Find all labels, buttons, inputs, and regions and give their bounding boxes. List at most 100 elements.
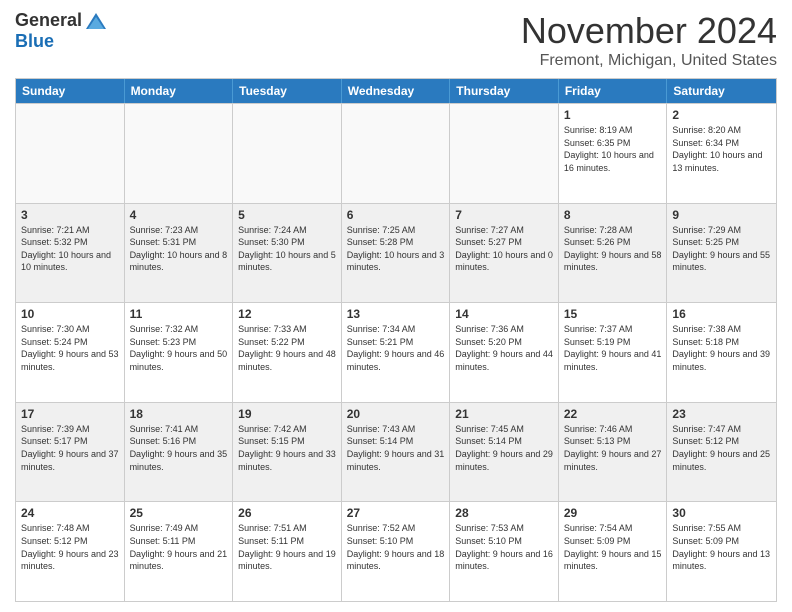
calendar-row-1: 3 Sunrise: 7:21 AMSunset: 5:32 PMDaylight… [16, 203, 776, 303]
day-number: 5 [238, 208, 336, 222]
day-info: Sunrise: 7:43 AMSunset: 5:14 PMDaylight:… [347, 423, 445, 473]
day-number: 2 [672, 108, 771, 122]
day-info: Sunrise: 7:39 AMSunset: 5:17 PMDaylight:… [21, 423, 119, 473]
day-number: 6 [347, 208, 445, 222]
calendar-cell: 28 Sunrise: 7:53 AMSunset: 5:10 PMDayligh… [450, 502, 559, 601]
day-info: Sunrise: 7:34 AMSunset: 5:21 PMDaylight:… [347, 323, 445, 373]
day-info: Sunrise: 7:54 AMSunset: 5:09 PMDaylight:… [564, 522, 662, 572]
day-number: 21 [455, 407, 553, 421]
calendar-cell: 18Sunrise: 7:41 AMSunset: 5:16 PMDayligh… [125, 403, 234, 502]
logo-blue-text: Blue [15, 31, 54, 51]
day-info: Sunrise: 7:36 AMSunset: 5:20 PMDaylight:… [455, 323, 553, 373]
calendar-cell: 21 Sunrise: 7:45 AMSunset: 5:14 PMDayligh… [450, 403, 559, 502]
month-title: November 2024 [521, 10, 777, 52]
calendar-cell: 13 Sunrise: 7:34 AMSunset: 5:21 PMDayligh… [342, 303, 451, 402]
calendar-cell: 17 Sunrise: 7:39 AMSunset: 5:17 PMDayligh… [16, 403, 125, 502]
page: General Blue November 2024 Fremont, Mich… [0, 0, 792, 612]
header-day-sunday: Sunday [16, 79, 125, 103]
calendar-cell: 19 Sunrise: 7:42 AMSunset: 5:15 PMDayligh… [233, 403, 342, 502]
calendar-cell: 2 Sunrise: 8:20 AMSunset: 6:34 PMDaylight… [667, 104, 776, 203]
day-info: Sunrise: 7:51 AMSunset: 5:11 PMDaylight:… [238, 522, 336, 572]
day-info: Sunrise: 7:32 AMSunset: 5:23 PMDaylight:… [130, 323, 228, 373]
day-number: 14 [455, 307, 553, 321]
header: General Blue November 2024 Fremont, Mich… [15, 10, 777, 70]
day-number: 29 [564, 506, 662, 520]
day-info: Sunrise: 7:25 AMSunset: 5:28 PMDaylight:… [347, 224, 445, 274]
calendar-cell: 8Sunrise: 7:28 AMSunset: 5:26 PMDaylight… [559, 204, 668, 303]
calendar-row-2: 10 Sunrise: 7:30 AMSunset: 5:24 PMDayligh… [16, 302, 776, 402]
day-info: Sunrise: 7:27 AMSunset: 5:27 PMDaylight:… [455, 224, 553, 274]
logo: General Blue [15, 10, 108, 52]
day-info: Sunrise: 7:38 AMSunset: 5:18 PMDaylight:… [672, 323, 771, 373]
day-info: Sunrise: 7:30 AMSunset: 5:24 PMDaylight:… [21, 323, 119, 373]
day-number: 1 [564, 108, 662, 122]
day-info: Sunrise: 7:37 AMSunset: 5:19 PMDaylight:… [564, 323, 662, 373]
day-info: Sunrise: 8:19 AMSunset: 6:35 PMDaylight:… [564, 124, 662, 174]
day-number: 17 [21, 407, 119, 421]
day-number: 30 [672, 506, 771, 520]
day-info: Sunrise: 7:49 AMSunset: 5:11 PMDaylight:… [130, 522, 228, 572]
calendar-cell: 25 Sunrise: 7:49 AMSunset: 5:11 PMDayligh… [125, 502, 234, 601]
calendar-cell [450, 104, 559, 203]
day-info: Sunrise: 7:41 AMSunset: 5:16 PMDaylight:… [130, 423, 228, 473]
calendar-cell [125, 104, 234, 203]
day-info: Sunrise: 7:55 AMSunset: 5:09 PMDaylight:… [672, 522, 771, 572]
calendar-cell: 23 Sunrise: 7:47 AMSunset: 5:12 PMDayligh… [667, 403, 776, 502]
day-number: 20 [347, 407, 445, 421]
calendar-cell: 5 Sunrise: 7:24 AMSunset: 5:30 PMDaylight… [233, 204, 342, 303]
day-number: 22 [564, 407, 662, 421]
calendar-cell: 29 Sunrise: 7:54 AMSunset: 5:09 PMDayligh… [559, 502, 668, 601]
day-number: 27 [347, 506, 445, 520]
calendar-cell [342, 104, 451, 203]
day-info: Sunrise: 7:33 AMSunset: 5:22 PMDaylight:… [238, 323, 336, 373]
calendar-cell: 15Sunrise: 7:37 AMSunset: 5:19 PMDayligh… [559, 303, 668, 402]
header-day-friday: Friday [559, 79, 668, 103]
calendar-cell: 12Sunrise: 7:33 AMSunset: 5:22 PMDayligh… [233, 303, 342, 402]
day-number: 28 [455, 506, 553, 520]
header-day-wednesday: Wednesday [342, 79, 451, 103]
day-number: 19 [238, 407, 336, 421]
day-info: Sunrise: 7:24 AMSunset: 5:30 PMDaylight:… [238, 224, 336, 274]
calendar-cell: 9 Sunrise: 7:29 AMSunset: 5:25 PMDaylight… [667, 204, 776, 303]
calendar-cell: 16Sunrise: 7:38 AMSunset: 5:18 PMDayligh… [667, 303, 776, 402]
day-number: 3 [21, 208, 119, 222]
logo-icon [84, 11, 108, 31]
calendar-cell [16, 104, 125, 203]
day-number: 26 [238, 506, 336, 520]
day-number: 4 [130, 208, 228, 222]
calendar-cell: 24 Sunrise: 7:48 AMSunset: 5:12 PMDayligh… [16, 502, 125, 601]
day-info: Sunrise: 7:28 AMSunset: 5:26 PMDaylight:… [564, 224, 662, 274]
day-number: 7 [455, 208, 553, 222]
calendar-row-4: 24 Sunrise: 7:48 AMSunset: 5:12 PMDayligh… [16, 501, 776, 601]
day-info: Sunrise: 7:42 AMSunset: 5:15 PMDaylight:… [238, 423, 336, 473]
header-day-saturday: Saturday [667, 79, 776, 103]
day-number: 11 [130, 307, 228, 321]
day-info: Sunrise: 8:20 AMSunset: 6:34 PMDaylight:… [672, 124, 771, 174]
calendar: SundayMondayTuesdayWednesdayThursdayFrid… [15, 78, 777, 602]
day-number: 9 [672, 208, 771, 222]
day-number: 13 [347, 307, 445, 321]
day-info: Sunrise: 7:53 AMSunset: 5:10 PMDaylight:… [455, 522, 553, 572]
calendar-cell: 26 Sunrise: 7:51 AMSunset: 5:11 PMDayligh… [233, 502, 342, 601]
calendar-cell: 7 Sunrise: 7:27 AMSunset: 5:27 PMDaylight… [450, 204, 559, 303]
calendar-row-3: 17 Sunrise: 7:39 AMSunset: 5:17 PMDayligh… [16, 402, 776, 502]
day-number: 23 [672, 407, 771, 421]
day-info: Sunrise: 7:29 AMSunset: 5:25 PMDaylight:… [672, 224, 771, 274]
day-number: 24 [21, 506, 119, 520]
calendar-cell: 10 Sunrise: 7:30 AMSunset: 5:24 PMDayligh… [16, 303, 125, 402]
calendar-cell: 6 Sunrise: 7:25 AMSunset: 5:28 PMDaylight… [342, 204, 451, 303]
day-number: 25 [130, 506, 228, 520]
day-number: 10 [21, 307, 119, 321]
header-day-monday: Monday [125, 79, 234, 103]
day-info: Sunrise: 7:21 AMSunset: 5:32 PMDaylight:… [21, 224, 119, 274]
day-info: Sunrise: 7:46 AMSunset: 5:13 PMDaylight:… [564, 423, 662, 473]
calendar-cell: 30 Sunrise: 7:55 AMSunset: 5:09 PMDayligh… [667, 502, 776, 601]
day-info: Sunrise: 7:47 AMSunset: 5:12 PMDaylight:… [672, 423, 771, 473]
day-info: Sunrise: 7:23 AMSunset: 5:31 PMDaylight:… [130, 224, 228, 274]
calendar-header: SundayMondayTuesdayWednesdayThursdayFrid… [16, 79, 776, 103]
calendar-cell: 3 Sunrise: 7:21 AMSunset: 5:32 PMDaylight… [16, 204, 125, 303]
day-info: Sunrise: 7:45 AMSunset: 5:14 PMDaylight:… [455, 423, 553, 473]
calendar-cell: 14 Sunrise: 7:36 AMSunset: 5:20 PMDayligh… [450, 303, 559, 402]
calendar-cell: 11 Sunrise: 7:32 AMSunset: 5:23 PMDayligh… [125, 303, 234, 402]
day-info: Sunrise: 7:48 AMSunset: 5:12 PMDaylight:… [21, 522, 119, 572]
